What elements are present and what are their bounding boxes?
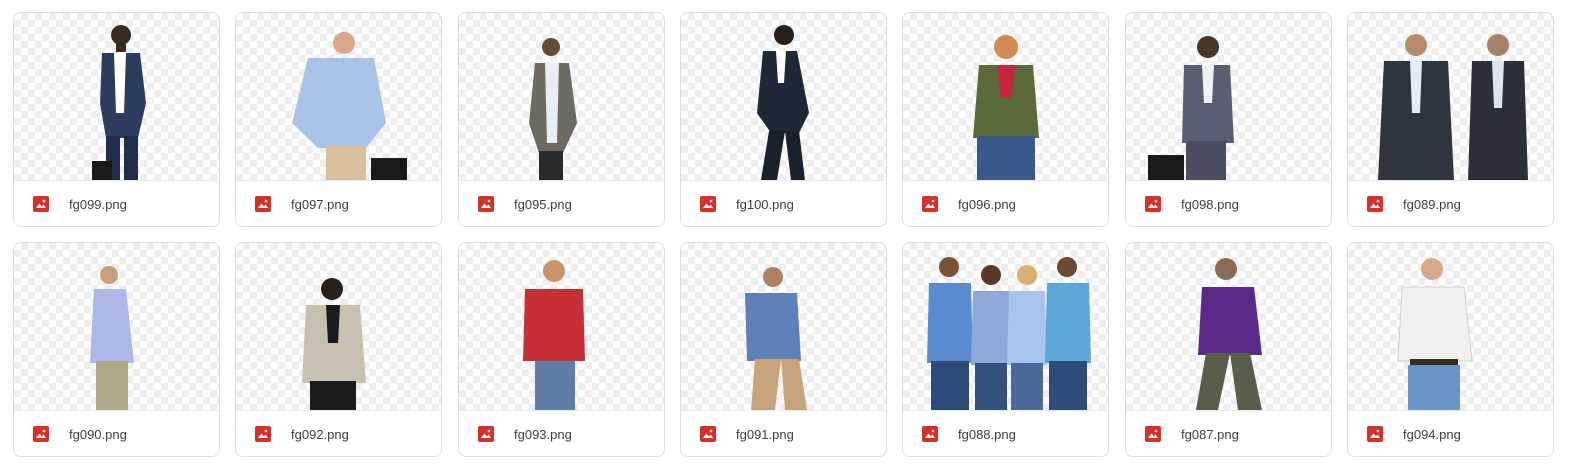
image-thumbnail (459, 243, 664, 410)
file-footer: fg096.png (903, 180, 1108, 226)
image-icon (1145, 196, 1161, 212)
file-footer: fg090.png (14, 410, 219, 456)
file-footer: fg091.png (681, 410, 886, 456)
image-icon (700, 426, 716, 442)
file-footer: fg089.png (1348, 180, 1553, 226)
image-thumbnail (236, 243, 441, 410)
file-tile-fg094[interactable]: fg094.png (1347, 242, 1554, 457)
file-footer: fg093.png (459, 410, 664, 456)
image-thumbnail (1126, 243, 1331, 410)
file-tile-fg098[interactable]: fg098.png (1125, 12, 1332, 227)
file-tile-fg095[interactable]: fg095.png (458, 12, 665, 227)
image-icon (255, 426, 271, 442)
file-tile-fg096[interactable]: fg096.png (902, 12, 1109, 227)
image-icon (922, 426, 938, 442)
file-tile-fg092[interactable]: fg092.png (235, 242, 442, 457)
file-name: fg098.png (1181, 197, 1239, 212)
file-tile-fg093[interactable]: fg093.png (458, 242, 665, 457)
image-icon (33, 196, 49, 212)
file-footer: fg099.png (14, 180, 219, 226)
file-tile-fg099[interactable]: fg099.png (13, 12, 220, 227)
file-name: fg088.png (958, 427, 1016, 442)
file-name: fg095.png (514, 197, 572, 212)
file-tile-fg100[interactable]: fg100.png (680, 12, 887, 227)
image-icon (478, 196, 494, 212)
image-icon (1145, 426, 1161, 442)
file-name: fg087.png (1181, 427, 1239, 442)
file-tile-fg089[interactable]: fg089.png (1347, 12, 1554, 227)
file-grid: fg099.png fg097.png fg095.png fg100.png … (0, 0, 1593, 470)
file-name: fg090.png (69, 427, 127, 442)
image-thumbnail (14, 243, 219, 410)
file-footer: fg098.png (1126, 180, 1331, 226)
image-thumbnail (14, 13, 219, 180)
file-tile-fg097[interactable]: fg097.png (235, 12, 442, 227)
file-name: fg097.png (291, 197, 349, 212)
file-footer: fg100.png (681, 180, 886, 226)
file-name: fg092.png (291, 427, 349, 442)
file-name: fg099.png (69, 197, 127, 212)
file-name: fg096.png (958, 197, 1016, 212)
file-name: fg089.png (1403, 197, 1461, 212)
image-thumbnail (903, 13, 1108, 180)
image-thumbnail (681, 13, 886, 180)
file-name: fg100.png (736, 197, 794, 212)
file-tile-fg087[interactable]: fg087.png (1125, 242, 1332, 457)
image-icon (33, 426, 49, 442)
file-footer: fg088.png (903, 410, 1108, 456)
file-name: fg091.png (736, 427, 794, 442)
file-tile-fg090[interactable]: fg090.png (13, 242, 220, 457)
file-tile-fg091[interactable]: fg091.png (680, 242, 887, 457)
image-thumbnail (236, 13, 441, 180)
image-icon (478, 426, 494, 442)
file-footer: fg092.png (236, 410, 441, 456)
file-tile-fg088[interactable]: fg088.png (902, 242, 1109, 457)
image-thumbnail (1348, 13, 1553, 180)
file-footer: fg097.png (236, 180, 441, 226)
image-icon (255, 196, 271, 212)
image-thumbnail (1348, 243, 1553, 410)
image-icon (1367, 426, 1383, 442)
file-footer: fg095.png (459, 180, 664, 226)
image-thumbnail (903, 243, 1108, 410)
image-thumbnail (1126, 13, 1331, 180)
image-thumbnail (681, 243, 886, 410)
image-icon (700, 196, 716, 212)
image-icon (1367, 196, 1383, 212)
image-icon (922, 196, 938, 212)
file-name: fg093.png (514, 427, 572, 442)
image-thumbnail (459, 13, 664, 180)
file-name: fg094.png (1403, 427, 1461, 442)
file-footer: fg087.png (1126, 410, 1331, 456)
file-footer: fg094.png (1348, 410, 1553, 456)
